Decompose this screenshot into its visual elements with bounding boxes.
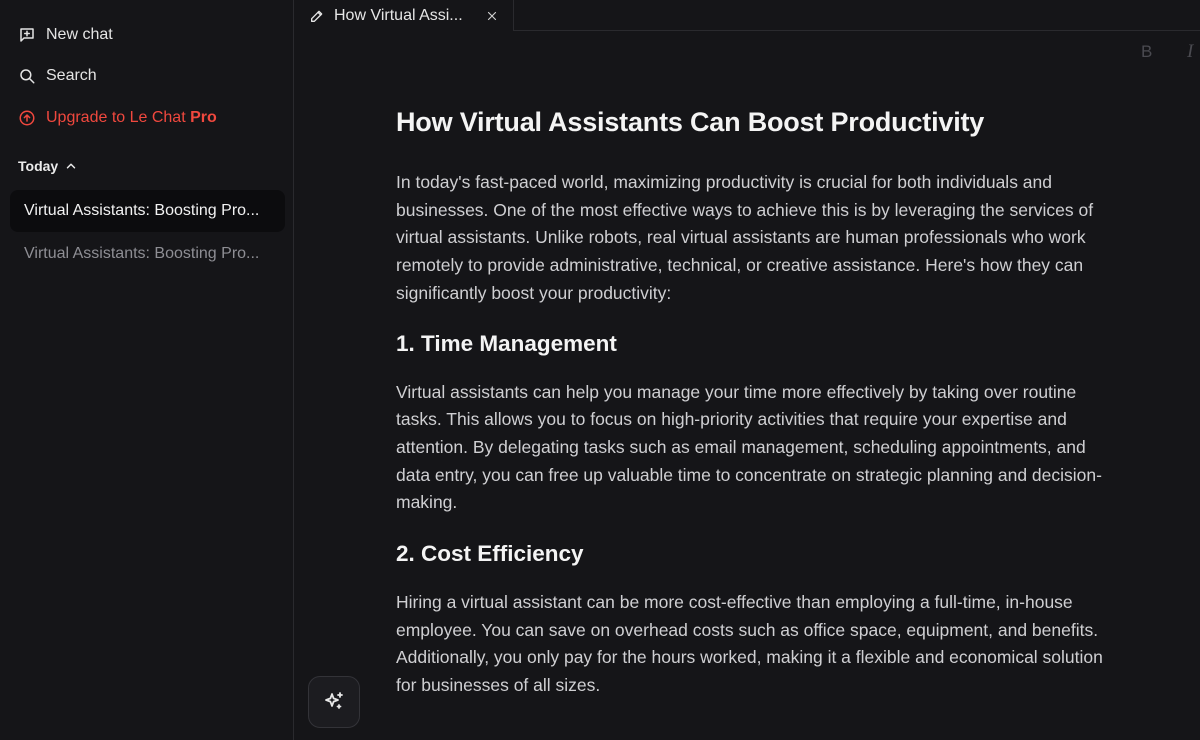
tab-title: How Virtual Assi... bbox=[334, 6, 463, 24]
history-item[interactable]: Virtual Assistants: Boosting Pro... bbox=[10, 233, 285, 275]
section-heading: 1. Time Management bbox=[396, 330, 617, 356]
history-item-active[interactable]: Virtual Assistants: Boosting Pro... bbox=[10, 190, 285, 232]
new-chat-icon bbox=[18, 26, 36, 44]
bold-button[interactable]: B bbox=[1141, 42, 1152, 62]
search-label: Search bbox=[46, 67, 97, 84]
italic-button[interactable]: I bbox=[1187, 41, 1193, 63]
upgrade-label-text: Upgrade to Le Chat bbox=[46, 109, 191, 126]
close-icon[interactable] bbox=[485, 9, 499, 23]
ai-assist-button[interactable] bbox=[308, 676, 360, 728]
section-today-label: Today bbox=[18, 158, 59, 174]
history-item-label: Virtual Assistants: Boosting Pro... bbox=[24, 245, 260, 262]
pencil-icon bbox=[309, 8, 325, 24]
upgrade-label: Upgrade to Le Chat Pro bbox=[46, 109, 217, 127]
search-icon bbox=[18, 67, 36, 85]
document-title: How Virtual Assistants Can Boost Product… bbox=[396, 107, 985, 137]
arrow-up-circle-icon bbox=[18, 109, 36, 127]
section-today-toggle[interactable]: Today bbox=[18, 158, 78, 174]
search-button[interactable]: Search bbox=[18, 64, 97, 88]
document-editor[interactable]: How Virtual Assistants Can Boost Product… bbox=[396, 104, 1106, 700]
document-intro: In today's fast-paced world, maximizing … bbox=[396, 172, 1094, 303]
upgrade-pro-label: Pro bbox=[190, 109, 217, 126]
sparkles-icon bbox=[322, 690, 346, 714]
section-body: Hiring a virtual assistant can be more c… bbox=[396, 592, 1103, 696]
section-body: Virtual assistants can help you manage y… bbox=[396, 381, 1102, 513]
tab-bar: How Virtual Assi... bbox=[295, 0, 1200, 31]
new-chat-button[interactable]: New chat bbox=[18, 23, 113, 47]
history-item-label: Virtual Assistants: Boosting Pro... bbox=[24, 202, 260, 219]
section-heading: 2. Cost Efficiency bbox=[396, 541, 584, 567]
new-chat-label: New chat bbox=[46, 26, 113, 43]
tab-document[interactable]: How Virtual Assi... bbox=[295, 0, 514, 31]
chevron-up-icon bbox=[64, 159, 78, 173]
sidebar: New chat Search Upgrade to Le Chat Pro T… bbox=[0, 0, 294, 740]
upgrade-button[interactable]: Upgrade to Le Chat Pro bbox=[18, 106, 217, 130]
